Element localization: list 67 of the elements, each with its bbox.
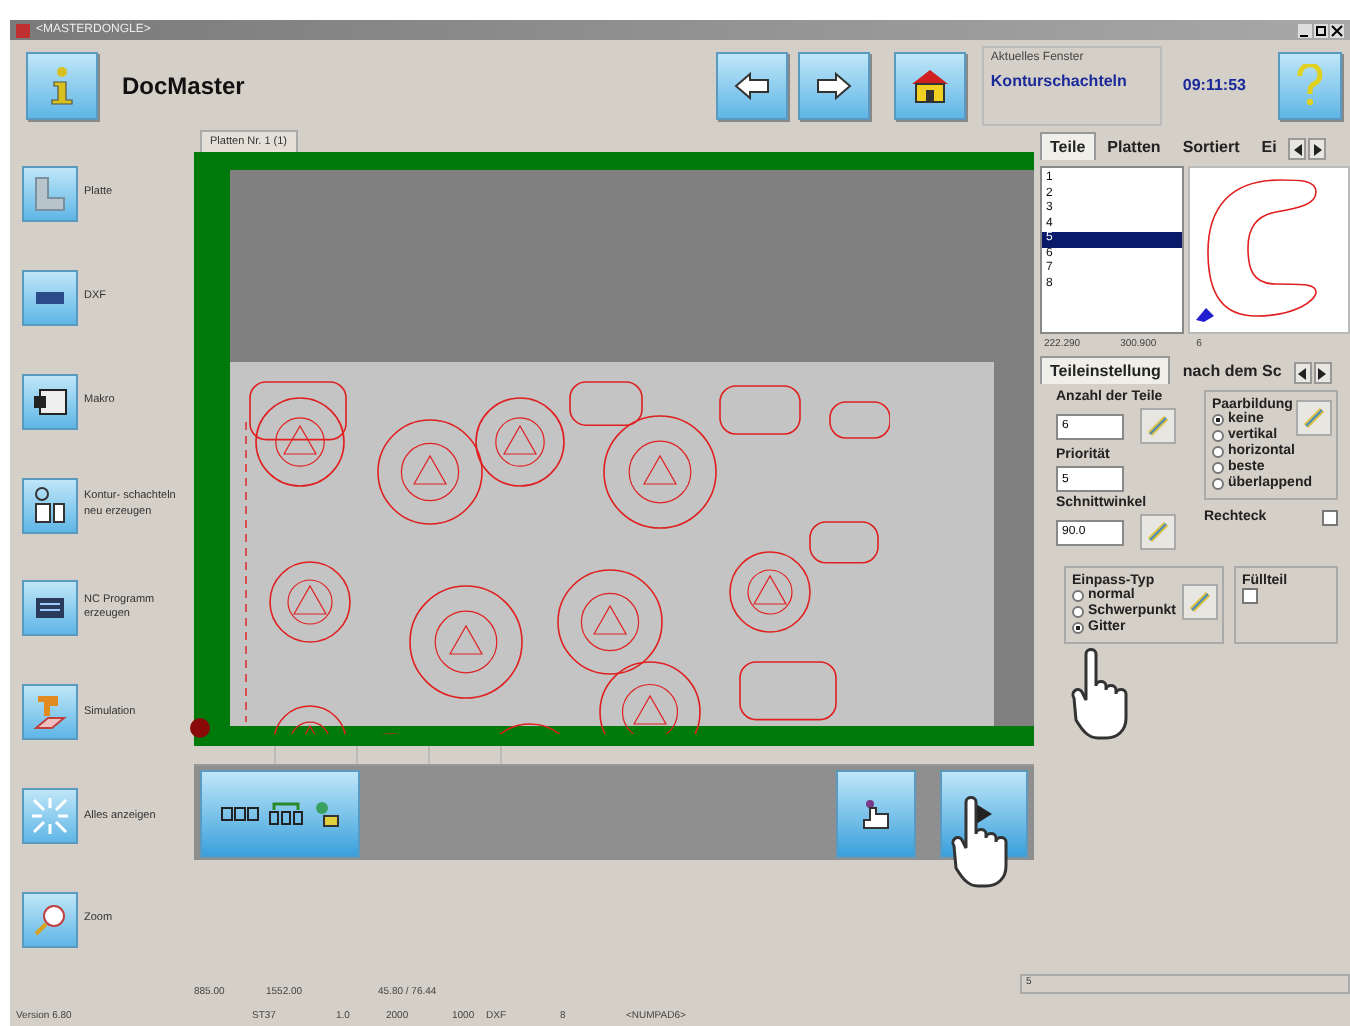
sidebar-button[interactable] (22, 477, 78, 534)
info-icon (48, 65, 76, 105)
hand-pointer-icon (862, 797, 890, 829)
parts-group-icon (268, 801, 304, 825)
arrow-right-icon (816, 71, 853, 99)
scroll-left-button[interactable] (1293, 362, 1312, 384)
pencil-icon (1146, 520, 1170, 544)
minimize-icon[interactable] (1298, 23, 1312, 37)
sidebar-button[interactable] (22, 580, 78, 637)
panel-tab[interactable]: Platten (1097, 132, 1171, 160)
checkbox[interactable] (1242, 588, 1258, 604)
radio-button[interactable] (1212, 478, 1224, 490)
manual-place-button[interactable] (836, 769, 916, 857)
arrows-inward-icon (30, 796, 70, 837)
screen-icon (32, 387, 68, 416)
panel-tab[interactable]: Ei (1251, 132, 1287, 160)
home-button[interactable] (894, 51, 967, 119)
panel-tab[interactable]: Teile (1040, 132, 1096, 160)
program-icon (34, 596, 66, 621)
app-title: DocMaster (122, 71, 245, 99)
magnifier-icon (32, 902, 68, 939)
settings-tab[interactable]: Teileinstellung (1040, 356, 1171, 384)
edit-button[interactable] (1140, 408, 1176, 444)
house-icon (910, 67, 951, 103)
nesting-icon (32, 485, 68, 526)
clock: 09:11:53 (1182, 76, 1246, 94)
radio-button[interactable] (1072, 606, 1084, 618)
origin-marker (190, 718, 210, 738)
radio-button[interactable] (1212, 430, 1224, 442)
pencil-icon (1188, 590, 1212, 614)
scroll-right-button[interactable] (1313, 362, 1332, 384)
caret-right-icon (1313, 143, 1322, 155)
question-mark-icon (1296, 63, 1324, 107)
file-icon (34, 289, 66, 306)
back-button[interactable] (716, 51, 789, 119)
info-button[interactable] (26, 51, 98, 119)
parts-row-icon (220, 805, 260, 821)
laser-icon (32, 692, 68, 733)
app-icon (16, 23, 30, 37)
radio-button[interactable] (1212, 462, 1224, 474)
sidebar-button[interactable] (22, 269, 78, 326)
settings-tab[interactable]: nach dem Sc (1172, 356, 1292, 384)
grouping-button[interactable] (200, 769, 360, 857)
maximize-icon[interactable] (1314, 23, 1328, 37)
radio-button[interactable] (1212, 446, 1224, 458)
current-window-name: Konturschachteln (990, 71, 1129, 89)
forward-button[interactable] (798, 51, 871, 119)
edit-button[interactable] (1182, 584, 1218, 620)
caret-left-icon (1298, 367, 1307, 379)
checkbox[interactable] (1322, 510, 1338, 526)
scroll-left-button[interactable] (1288, 138, 1307, 160)
pencil-icon (1146, 414, 1170, 438)
radio-button[interactable] (1072, 590, 1084, 602)
edit-button[interactable] (1296, 400, 1332, 436)
close-icon[interactable] (1330, 23, 1344, 37)
radio-button[interactable] (1212, 414, 1224, 426)
radio-button[interactable] (1072, 622, 1084, 634)
arrow-left-icon (734, 71, 771, 99)
caret-right-icon (1318, 367, 1327, 379)
parts-move-icon (312, 799, 340, 827)
edit-button[interactable] (1140, 514, 1176, 550)
pencil-icon (1302, 406, 1326, 430)
caret-left-icon (1293, 143, 1302, 155)
sidebar-button[interactable] (22, 373, 78, 430)
scroll-right-button[interactable] (1308, 138, 1327, 160)
panel-tab[interactable]: Sortiert (1172, 132, 1250, 160)
plate-icon (34, 175, 66, 212)
